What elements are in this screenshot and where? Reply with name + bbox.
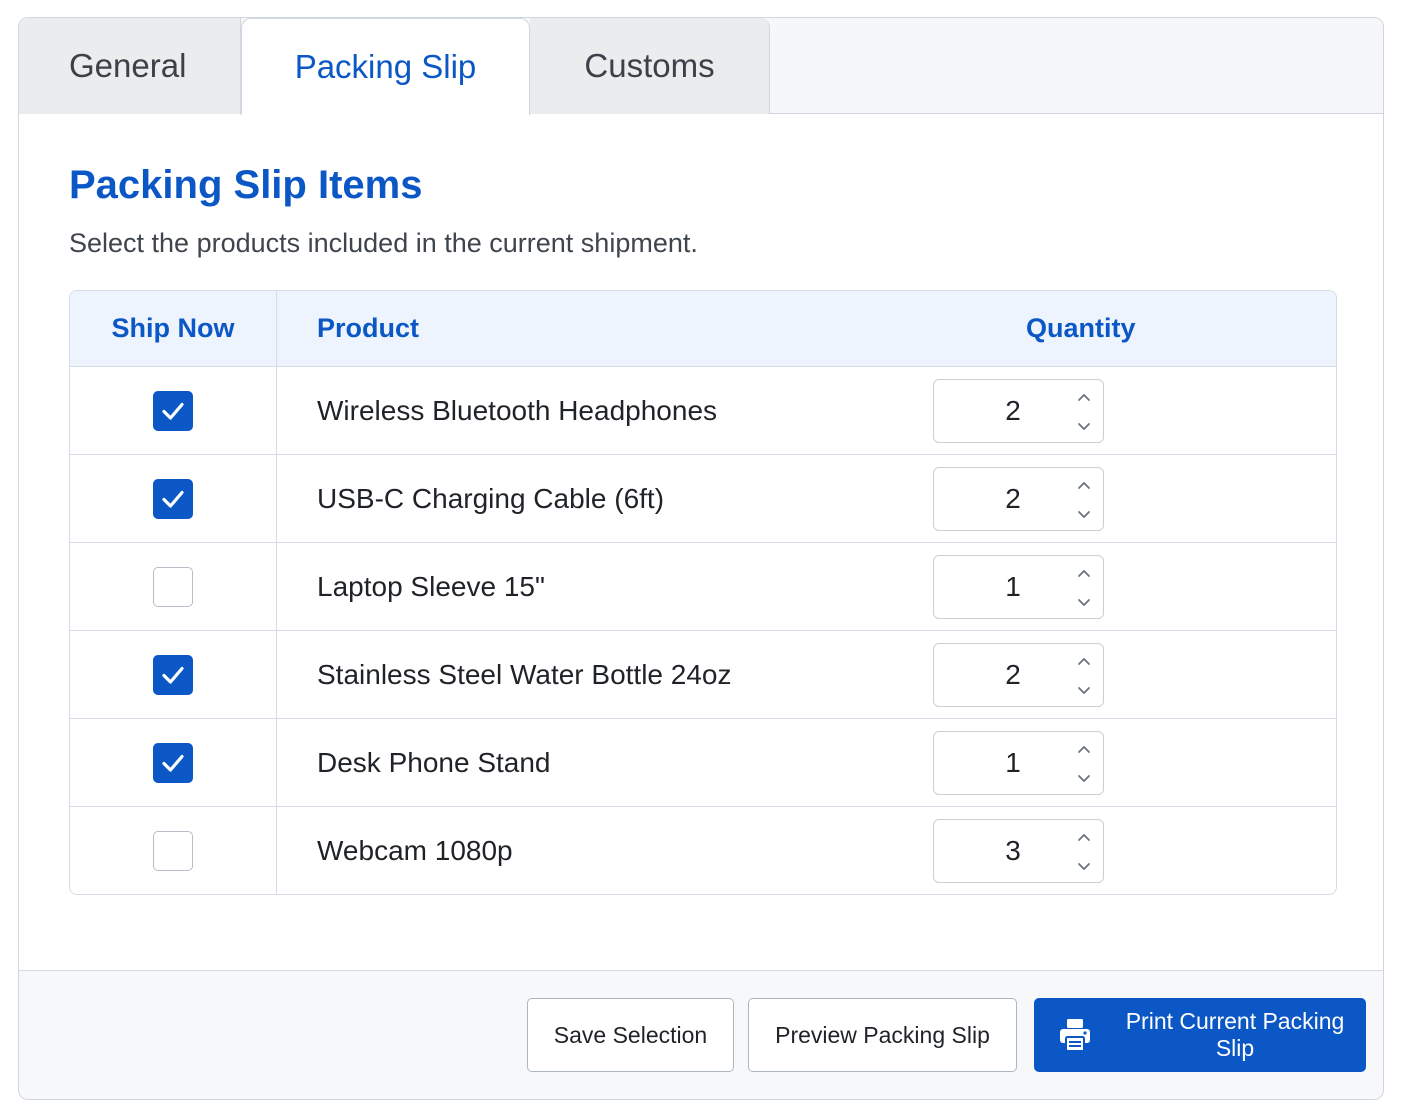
header-product: Product [317, 313, 420, 343]
ship-now-checkbox[interactable] [153, 566, 193, 607]
table-row: Stainless Steel Water Bottle 24oz 2 [70, 631, 1336, 719]
product-name: USB-C Charging Cable (6ft) [317, 482, 665, 514]
chevron-down-icon[interactable] [1077, 686, 1091, 696]
product-name: Stainless Steel Water Bottle 24oz [317, 658, 732, 690]
quantity-stepper[interactable]: 1 [933, 554, 1104, 619]
table-body: Wireless Bluetooth Headphones 2 USB-C Char… [70, 367, 1336, 894]
chevron-up-icon[interactable] [1077, 744, 1091, 754]
printer-icon [1059, 1018, 1091, 1052]
ship-now-cell [70, 367, 277, 454]
chevron-up-icon[interactable] [1077, 568, 1091, 578]
header-ship-now: Ship Now [70, 291, 277, 366]
section-title: Packing Slip Items [69, 163, 423, 207]
table-row: Wireless Bluetooth Headphones 2 [70, 367, 1336, 455]
quantity-cell: 2 [781, 455, 1336, 542]
quantity-value: 2 [1005, 658, 1021, 690]
checkmark-icon [162, 402, 184, 420]
stepper-arrows [1075, 392, 1093, 432]
table-row: USB-C Charging Cable (6ft) 2 [70, 455, 1336, 543]
chevron-down-icon[interactable] [1077, 598, 1091, 608]
tab-general[interactable]: General [19, 18, 241, 114]
checkmark-icon [162, 754, 184, 772]
tab-packing-slip[interactable]: Packing Slip [241, 18, 530, 115]
chevron-up-icon[interactable] [1077, 392, 1091, 402]
chevron-down-icon[interactable] [1077, 774, 1091, 784]
quantity-cell: 1 [781, 543, 1336, 630]
quantity-value: 2 [1005, 482, 1021, 514]
product-name: Laptop Sleeve 15" [317, 570, 545, 602]
quantity-cell: 3 [781, 807, 1336, 894]
ship-now-cell [70, 455, 277, 542]
header-quantity: Quantity [1026, 313, 1136, 343]
quantity-stepper[interactable]: 3 [933, 819, 1104, 883]
ship-now-cell [70, 631, 277, 718]
stepper-arrows [1075, 832, 1093, 872]
stepper-arrows [1075, 480, 1093, 520]
table-row: Desk Phone Stand 1 [70, 719, 1336, 807]
ship-now-checkbox[interactable] [153, 654, 193, 695]
quantity-stepper[interactable]: 2 [933, 466, 1104, 531]
packing-slip-table: Ship Now Product Quantity Wireless Bluet… [69, 290, 1337, 895]
print-button-label: Print Current Packing Slip [1125, 1008, 1345, 1061]
quantity-stepper[interactable]: 1 [933, 730, 1104, 795]
chevron-up-icon[interactable] [1077, 656, 1091, 666]
ship-now-checkbox[interactable] [153, 478, 193, 519]
tab-customs[interactable]: Customs [530, 18, 770, 114]
quantity-stepper[interactable]: 2 [933, 642, 1104, 707]
ship-now-checkbox[interactable] [153, 831, 193, 871]
ship-now-cell [70, 807, 277, 894]
ship-now-checkbox[interactable] [153, 390, 193, 431]
stepper-arrows [1075, 568, 1093, 608]
product-name: Wireless Bluetooth Headphones [317, 394, 718, 426]
ship-now-cell [70, 543, 277, 630]
product-name: Webcam 1080p [317, 835, 513, 866]
chevron-up-icon[interactable] [1077, 480, 1091, 490]
quantity-value: 2 [1005, 394, 1021, 426]
chevron-down-icon[interactable] [1077, 510, 1091, 520]
checkmark-icon [162, 490, 184, 508]
chevron-down-icon[interactable] [1077, 422, 1091, 432]
section-description: Select the products included in the curr… [69, 228, 698, 258]
packing-slip-panel: General Packing Slip Customs Packing Sli… [18, 17, 1384, 1100]
quantity-cell: 1 [781, 719, 1336, 806]
chevron-up-icon[interactable] [1077, 832, 1091, 842]
ship-now-cell [70, 719, 277, 806]
preview-packing-slip-button[interactable]: Preview Packing Slip [748, 998, 1017, 1072]
checkmark-icon [162, 666, 184, 684]
chevron-down-icon[interactable] [1077, 862, 1091, 872]
print-packing-slip-button[interactable]: Print Current Packing Slip [1034, 998, 1366, 1072]
quantity-cell: 2 [781, 631, 1336, 718]
stepper-arrows [1075, 744, 1093, 784]
save-selection-button[interactable]: Save Selection [527, 998, 734, 1072]
table-row: Laptop Sleeve 15" 1 [70, 543, 1336, 631]
quantity-stepper[interactable]: 2 [933, 378, 1104, 443]
quantity-value: 3 [1005, 835, 1021, 866]
ship-now-checkbox[interactable] [153, 742, 193, 783]
product-name: Desk Phone Stand [317, 746, 551, 778]
tab-bar: General Packing Slip Customs [19, 18, 1383, 115]
quantity-value: 1 [1005, 570, 1021, 602]
quantity-value: 1 [1005, 746, 1021, 778]
table-row: Webcam 1080p 3 [70, 807, 1336, 894]
action-footer: Save Selection Preview Packing Slip Prin… [19, 970, 1383, 1099]
stepper-arrows [1075, 656, 1093, 696]
table-header: Ship Now Product Quantity [70, 291, 1336, 367]
quantity-cell: 2 [781, 367, 1336, 454]
